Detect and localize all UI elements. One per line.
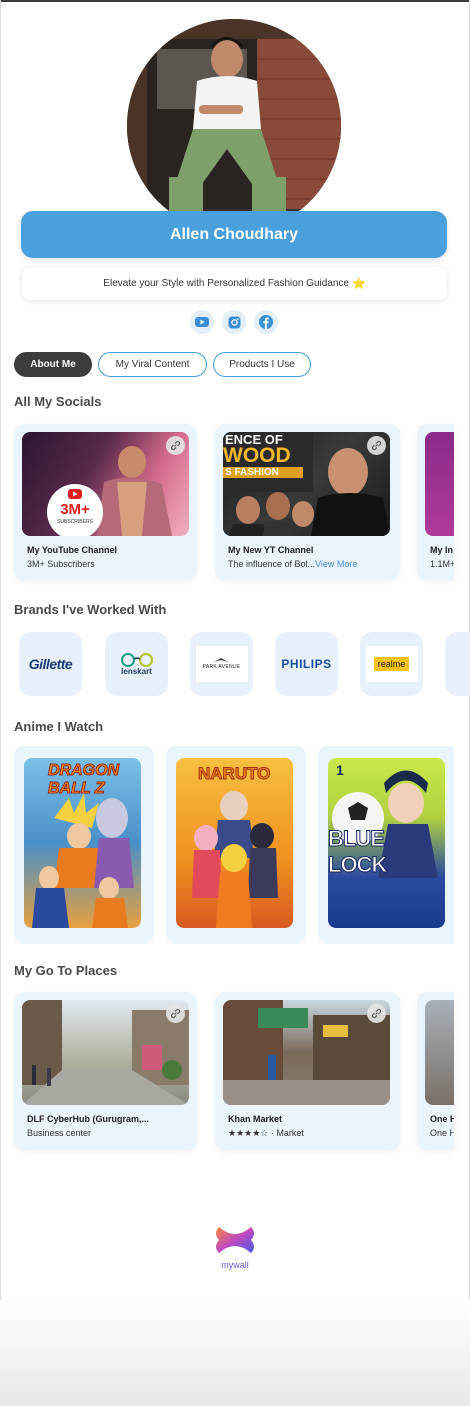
brand-realme[interactable]: realme [360, 632, 423, 696]
facebook-link[interactable] [254, 310, 278, 334]
place-thumb-one [425, 1000, 454, 1105]
anime-card-naruto[interactable]: NARUTO [166, 746, 306, 944]
social-card-title: My YouTube Channel [27, 545, 118, 555]
place-card-title: DLF CyberHub (Gurugram,... [27, 1114, 150, 1124]
link-icon[interactable] [166, 436, 185, 455]
brand-name-lenskart: lenskart [121, 666, 152, 676]
social-card-new-yt[interactable]: ENCE OF WOOD S FASHION My New YT Channel… [215, 424, 400, 580]
tab-products-i-use[interactable]: Products I Use [213, 352, 311, 377]
place-card-title: One H [430, 1114, 454, 1124]
tagline-text: Elevate your Style with Personalized Fas… [103, 278, 349, 289]
social-thumb-instagram [425, 432, 454, 536]
social-links [190, 310, 278, 334]
anime-card-dbz[interactable]: DRAGON BALL Z [14, 746, 154, 944]
mywall-logo-icon [216, 1227, 254, 1253]
anime-title-dbz: DRAGON BALL Z [48, 762, 120, 798]
brand-gillette[interactable]: Gillette [19, 632, 82, 696]
thumb-headline-2: WOOD [223, 444, 291, 467]
volume-number: 1 [336, 762, 344, 778]
anime-cover-blue-lock: 1 BLUE LOCK [328, 758, 445, 928]
anime-title-naruto: NARUTO [197, 764, 271, 784]
profile-tagline: Elevate your Style with Personalized Fas… [22, 267, 447, 300]
place-card-khan-market[interactable]: Khan Market ★★★★☆ · Market [215, 992, 400, 1150]
youtube-icon [195, 317, 209, 327]
brand-logo-park-avenue: PARK AVENUE [195, 646, 248, 682]
social-thumb-new-yt: ENCE OF WOOD S FASHION [223, 432, 390, 536]
tab-about-me[interactable]: About Me [14, 352, 92, 377]
social-thumb-youtube: 3M+ SUBSCRIBERS [22, 432, 189, 536]
top-border [0, 0, 470, 2]
section-title-brands: Brands I've Worked With [14, 602, 167, 617]
frame-left [0, 0, 1, 1406]
thumb-headline-3: S FASHION [223, 467, 303, 478]
place-card-cyberhub[interactable]: DLF CyberHub (Gurugram,... Business cent… [14, 992, 197, 1150]
brand-name-park-avenue: PARK AVENUE [202, 664, 241, 670]
section-title-anime: Anime I Watch [14, 719, 104, 734]
social-card-instagram[interactable]: My In 1.1M+ [417, 424, 454, 580]
brand-logo-realme: realme [365, 646, 418, 682]
youtube-link[interactable] [190, 310, 214, 334]
glasses-icon [120, 652, 153, 667]
section-title-places: My Go To Places [14, 963, 118, 978]
link-icon[interactable] [367, 436, 386, 455]
social-card-subtitle: 3M+ Subscribers [27, 559, 95, 569]
anime-card-blue-lock[interactable]: 1 BLUE LOCK [318, 746, 454, 944]
place-card-one[interactable]: One H One H [417, 992, 454, 1150]
brand-philips[interactable]: PHILIPS [275, 632, 338, 696]
social-card-title: My New YT Channel [228, 545, 314, 555]
place-card-subtitle: Business center [27, 1128, 92, 1138]
social-card-subtitle: 1.1M+ [430, 559, 454, 569]
brand-park-avenue[interactable]: PARK AVENUE [190, 632, 253, 696]
brand-name-realme: realme [373, 657, 410, 671]
place-card-subtitle: One H [430, 1128, 454, 1138]
anime-cover-naruto: NARUTO [176, 758, 293, 928]
social-card-subtitle-text: The influence of Bol... [228, 559, 316, 569]
place-card-subtitle: ★★★★☆ · Market [228, 1128, 304, 1138]
star-icon: ⭐ [352, 278, 366, 290]
instagram-link[interactable] [222, 310, 246, 334]
section-title-socials: All My Socials [14, 394, 102, 409]
tab-my-viral-content[interactable]: My Viral Content [98, 352, 207, 377]
profile-name: Allen Choudhary [21, 211, 447, 258]
brand-logo-philips: PHILIPS [281, 657, 332, 671]
profile-avatar [127, 19, 341, 233]
subscriber-badge-label: SUBSCRIBERS [57, 519, 93, 525]
subscriber-badge: 3M+ [60, 501, 90, 518]
brand-card-partial[interactable] [445, 632, 470, 696]
place-thumb-khan-market [223, 1000, 390, 1105]
brand-logo-lenskart: lenskart [119, 652, 155, 676]
social-card-title: My In [430, 545, 454, 555]
brand-logo-gillette: Gillette [28, 656, 73, 672]
link-icon[interactable] [367, 1004, 386, 1023]
anime-title-blue-lock: BLUE LOCK [328, 826, 388, 878]
bottom-fade [0, 1300, 470, 1406]
link-icon[interactable] [166, 1004, 185, 1023]
profile-tabs: About Me My Viral Content Products I Use [14, 352, 311, 377]
mywall-logo[interactable]: mywall [213, 1225, 257, 1270]
place-card-title: Khan Market [228, 1114, 283, 1124]
social-card-subtitle: The influence of Bol...View More [228, 559, 388, 569]
view-more-link[interactable]: View More [315, 559, 357, 569]
brand-lenskart[interactable]: lenskart [105, 632, 168, 696]
instagram-icon [228, 316, 240, 328]
social-card-youtube[interactable]: 3M+ SUBSCRIBERS My YouTube Channel 3M+ S… [14, 424, 197, 580]
anime-cover-dbz: DRAGON BALL Z [24, 758, 141, 928]
place-thumb-cyberhub [22, 1000, 189, 1105]
mywall-logo-text: mywall [221, 1260, 249, 1270]
facebook-icon [259, 315, 273, 329]
